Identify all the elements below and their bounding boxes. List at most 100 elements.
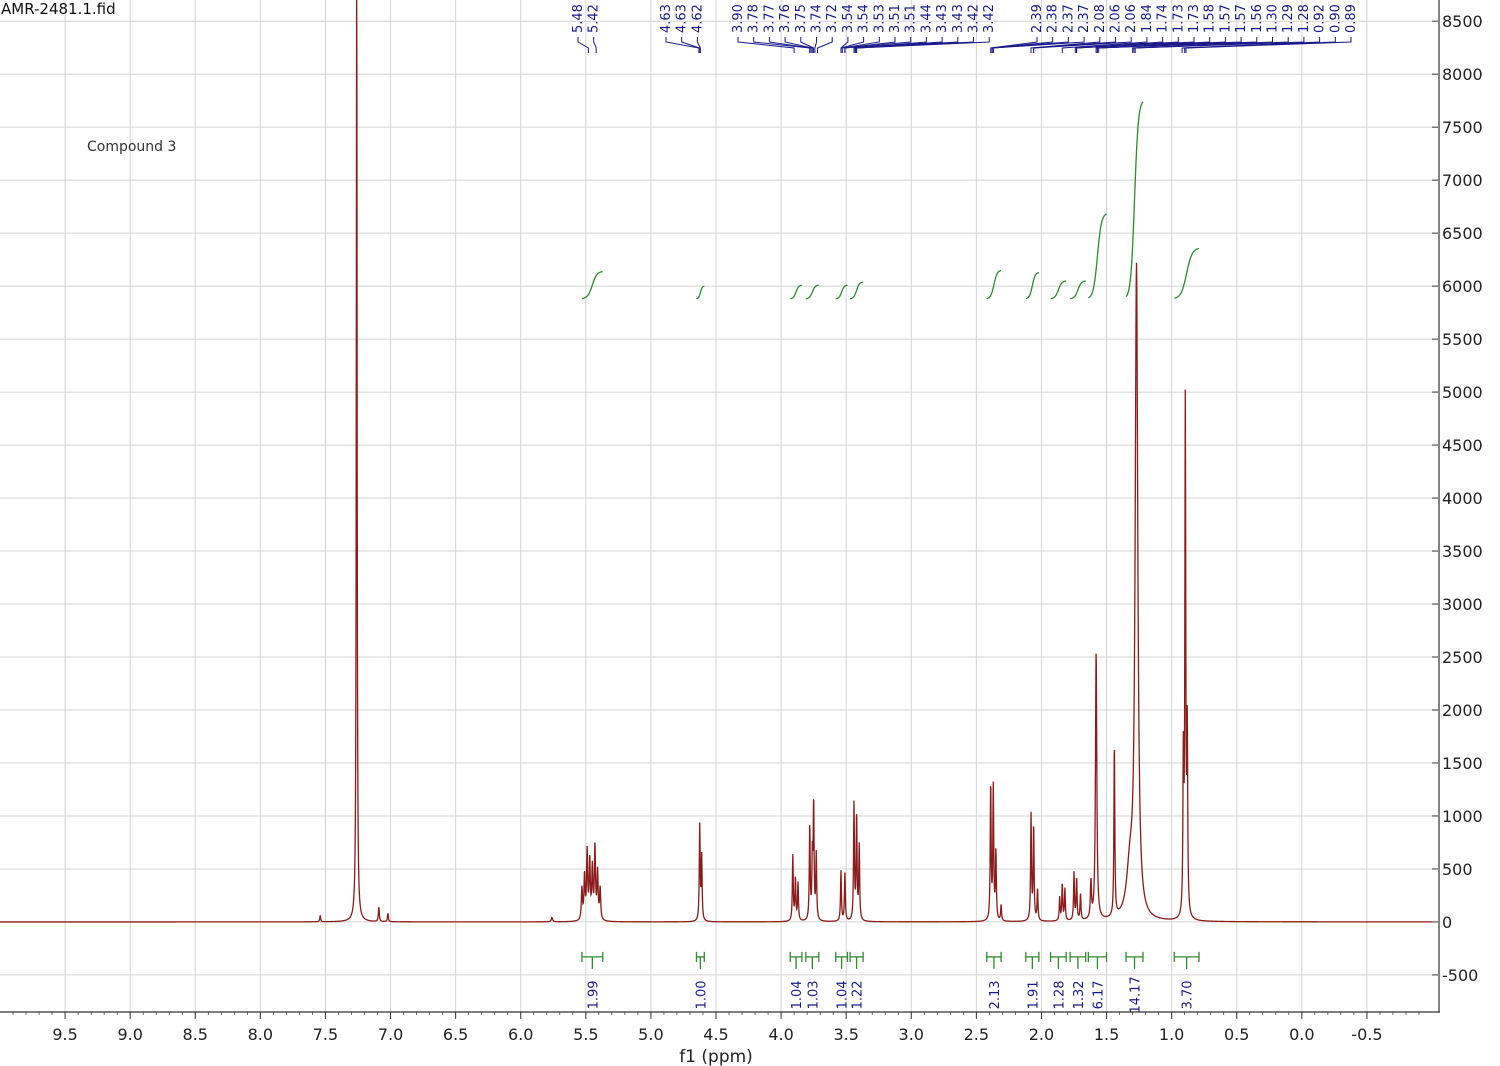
y-tick-label: 8000 xyxy=(1442,65,1483,84)
peak-label: 0.89 xyxy=(1344,4,1359,33)
integral-curve xyxy=(581,270,603,300)
y-tick-label: -500 xyxy=(1442,966,1478,985)
y-tick-label: 2500 xyxy=(1442,648,1483,667)
peak-label: 3.78 xyxy=(747,4,762,33)
y-tick-label: 5500 xyxy=(1442,330,1483,349)
peak-label: 2.37 xyxy=(1061,4,1076,33)
y-tick-label: 4500 xyxy=(1442,436,1483,455)
integral-value-label: 1.28 xyxy=(1052,980,1067,1009)
integral-curve xyxy=(790,284,802,300)
x-tick-label: 2.0 xyxy=(1029,1025,1054,1044)
peak-label: 4.62 xyxy=(690,4,705,33)
integral-value-label: 1.04 xyxy=(836,980,851,1009)
compound-label: Compound 3 xyxy=(87,139,177,155)
x-tick-label: 3.5 xyxy=(833,1025,858,1044)
peak-label: 1.84 xyxy=(1140,4,1155,33)
integral-value-label: 14.17 xyxy=(1129,976,1144,1013)
peak-label: 4.63 xyxy=(675,4,690,33)
x-tick-label: 9.0 xyxy=(117,1025,142,1044)
peak-label-connector xyxy=(814,37,817,53)
integral-curve xyxy=(1070,280,1086,300)
peak-label: 2.39 xyxy=(1030,4,1045,33)
peak-label: 3.90 xyxy=(731,4,746,33)
peak-label: 1.57 xyxy=(1218,4,1233,33)
y-tick-label: 1500 xyxy=(1442,754,1483,773)
x-tick-label: 7.5 xyxy=(313,1025,338,1044)
x-tick-label: 4.5 xyxy=(703,1025,728,1044)
x-tick-label: 0.5 xyxy=(1224,1025,1249,1044)
integral-value-label: 2.13 xyxy=(988,980,1003,1009)
x-tick-label: 6.5 xyxy=(443,1025,468,1044)
y-tick-label: 6500 xyxy=(1442,224,1483,243)
integral-curve xyxy=(1125,101,1144,298)
peak-label: 3.43 xyxy=(935,4,950,33)
y-tick-label: 6000 xyxy=(1442,277,1483,296)
nmr-spectrum-chart: 5.48 5.42 4.63 4.63 4.62 3.90 3.78 3.77 3.76 3.75… xyxy=(0,0,1483,1066)
peak-label: 1.30 xyxy=(1266,4,1281,33)
peak-label: 0.90 xyxy=(1328,4,1343,33)
peak-label: 3.44 xyxy=(919,4,934,33)
axes: 9.5 9.0 8.5 8.0 7.5 7.0 6.5 6.0 5.5 5.0 4.5 4.0 3.5 3… xyxy=(0,0,1483,1066)
y-tick-label: 7000 xyxy=(1442,171,1483,190)
x-tick-label: 4.0 xyxy=(768,1025,793,1044)
peak-label: 2.06 xyxy=(1109,4,1124,33)
x-tick-label: 2.5 xyxy=(964,1025,989,1044)
y-tick-label: 5000 xyxy=(1442,383,1483,402)
integral-value-label: 1.00 xyxy=(694,980,709,1009)
integral-curve xyxy=(696,285,705,300)
peak-label: 0.92 xyxy=(1313,4,1328,33)
y-tick-label: 2000 xyxy=(1442,701,1483,720)
y-tick-label: 3500 xyxy=(1442,542,1483,561)
peak-label: 3.51 xyxy=(904,4,919,33)
integral-value-label: 3.70 xyxy=(1181,980,1196,1009)
peak-label: 1.29 xyxy=(1281,4,1296,33)
peak-label: 5.48 xyxy=(571,4,586,33)
y-tick-label: 8500 xyxy=(1442,12,1483,31)
peak-label: 5.42 xyxy=(587,4,602,33)
peak-label-connector xyxy=(800,37,815,53)
integral-value-label: 1.03 xyxy=(806,980,821,1009)
peak-label-connector xyxy=(665,37,700,53)
peak-label: 3.53 xyxy=(872,4,887,33)
x-tick-label: 3.0 xyxy=(899,1025,924,1044)
x-tick-label: 7.0 xyxy=(378,1025,403,1044)
x-tick-label: 9.5 xyxy=(52,1025,77,1044)
x-tick-label: 5.5 xyxy=(573,1025,598,1044)
peak-label: 3.76 xyxy=(778,4,793,33)
peak-label-connector xyxy=(817,37,833,53)
peak-labels: 5.48 5.42 4.63 4.63 4.62 3.90 3.78 3.77 3.76 3.75… xyxy=(571,4,1359,53)
peak-label-connector xyxy=(768,37,812,53)
peak-label: 3.51 xyxy=(888,4,903,33)
peak-label: 2.38 xyxy=(1046,4,1061,33)
x-tick-label: 0.0 xyxy=(1289,1025,1314,1044)
peak-label: 1.73 xyxy=(1187,4,1202,33)
peak-label: 2.08 xyxy=(1093,4,1108,33)
x-tick-label: 1.5 xyxy=(1094,1025,1119,1044)
peak-label: 1.73 xyxy=(1171,4,1186,33)
x-tick-label: -0.5 xyxy=(1351,1025,1382,1044)
peak-label: 2.06 xyxy=(1124,4,1139,33)
integral-markers: 1.99 1.00 1.04 1.03 1.04 1.22 2.13 1.91 1.28 1.32… xyxy=(581,951,1200,1014)
y-tick-label: 0 xyxy=(1442,913,1452,932)
y-tick-label: 1000 xyxy=(1442,807,1483,826)
peak-label: 3.43 xyxy=(951,4,966,33)
peak-label: 3.42 xyxy=(982,4,997,33)
integral-curve xyxy=(849,281,864,300)
peak-label: 1.28 xyxy=(1297,4,1312,33)
peak-label: 3.42 xyxy=(967,4,982,33)
integral-curve xyxy=(1088,213,1107,299)
peak-label-connector xyxy=(593,37,597,53)
peak-label: 1.58 xyxy=(1203,4,1218,33)
integral-curve xyxy=(805,284,819,300)
peak-label: 4.63 xyxy=(659,4,674,33)
peak-label: 3.75 xyxy=(794,4,809,33)
integral-value-label: 1.22 xyxy=(851,980,866,1009)
integral-value-label: 1.32 xyxy=(1072,980,1087,1009)
integral-value-label: 1.91 xyxy=(1026,980,1041,1009)
x-tick-label: 8.0 xyxy=(248,1025,273,1044)
x-tick-label: 1.0 xyxy=(1159,1025,1184,1044)
x-tick-label: 6.0 xyxy=(508,1025,533,1044)
grid xyxy=(0,0,1432,1012)
peak-label: 3.74 xyxy=(810,4,825,33)
peak-label: 2.37 xyxy=(1077,4,1092,33)
